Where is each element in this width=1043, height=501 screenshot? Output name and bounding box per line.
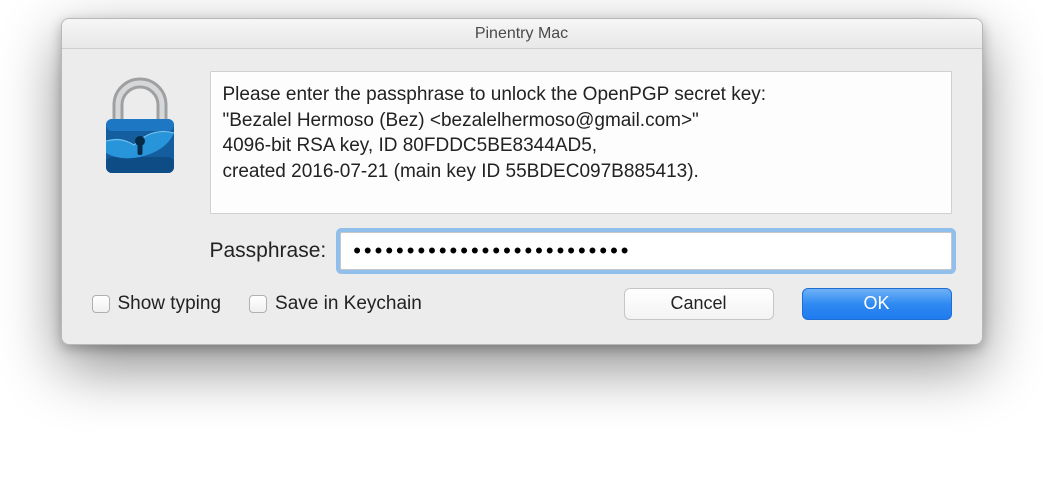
dialog-content: Please enter the passphrase to unlock th… — [62, 49, 982, 344]
titlebar: Pinentry Mac — [62, 19, 982, 49]
cancel-button[interactable]: Cancel — [624, 288, 774, 320]
window-title: Pinentry Mac — [475, 25, 568, 43]
checkbox-icon — [92, 295, 110, 313]
message-line: 4096-bit RSA key, ID 80FDDC5BE8344AD5, — [223, 133, 939, 159]
passphrase-label: Passphrase: — [210, 239, 327, 263]
passphrase-row: Passphrase: — [210, 232, 952, 270]
lock-icon — [92, 71, 188, 181]
save-keychain-checkbox[interactable]: Save in Keychain — [249, 293, 422, 315]
ok-button[interactable]: OK — [802, 288, 952, 320]
message-row: Please enter the passphrase to unlock th… — [92, 71, 952, 214]
checkbox-icon — [249, 295, 267, 313]
passphrase-input[interactable] — [340, 232, 951, 270]
ok-button-label: OK — [863, 293, 889, 314]
message-line: Please enter the passphrase to unlock th… — [223, 82, 939, 108]
show-typing-checkbox[interactable]: Show typing — [92, 293, 222, 315]
message-line: created 2016-07-21 (main key ID 55BDEC09… — [223, 159, 939, 185]
prompt-message: Please enter the passphrase to unlock th… — [210, 71, 952, 214]
cancel-button-label: Cancel — [670, 293, 726, 314]
show-typing-label: Show typing — [118, 293, 222, 315]
message-line: "Bezalel Hermoso (Bez) <bezalelhermoso@g… — [223, 108, 939, 134]
save-keychain-label: Save in Keychain — [275, 293, 422, 315]
pinentry-dialog: Pinentry Mac — [61, 18, 983, 345]
bottom-controls: Show typing Save in Keychain Cancel OK — [92, 288, 952, 320]
